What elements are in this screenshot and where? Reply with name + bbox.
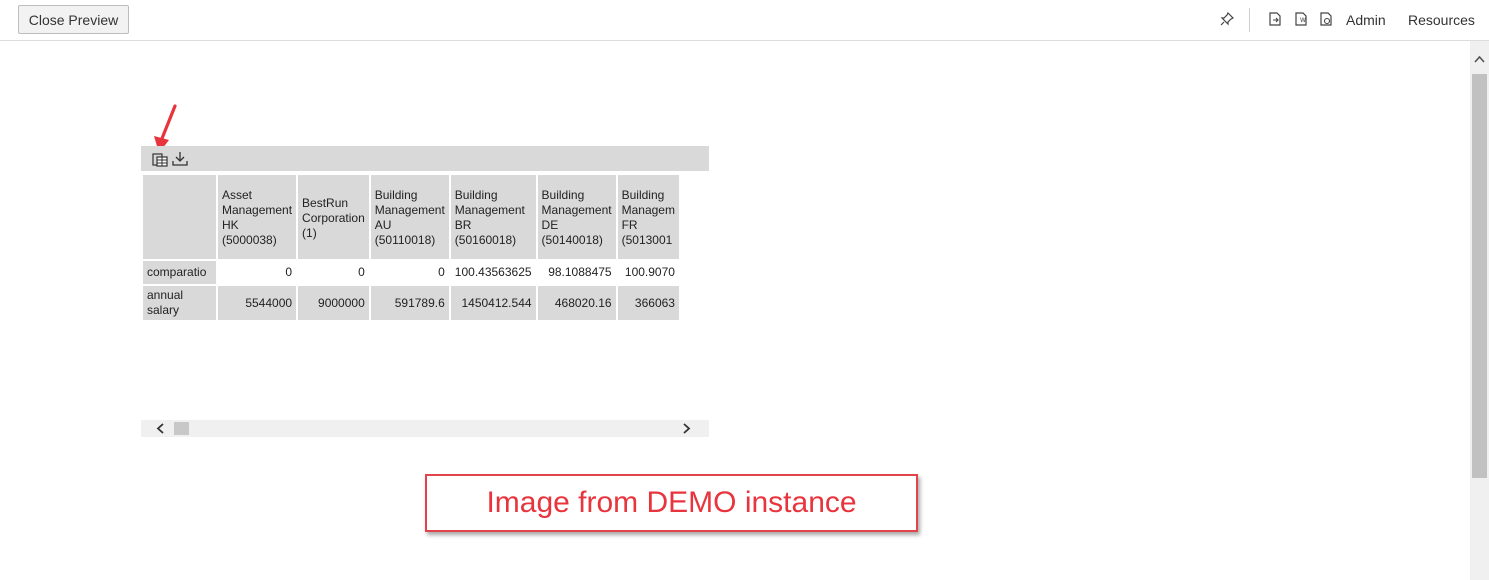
close-preview-button[interactable]: Close Preview	[18, 5, 129, 34]
table-view-icon[interactable]	[151, 150, 169, 168]
resources-link[interactable]: Resources	[1408, 12, 1475, 28]
scroll-left-icon[interactable]	[155, 423, 166, 434]
scroll-up-icon[interactable]	[1474, 54, 1485, 65]
admin-link[interactable]: Admin	[1346, 12, 1386, 28]
demo-annotation-text: Image from DEMO instance	[486, 486, 857, 519]
column-header: Building Management AU (50110018)	[370, 175, 449, 259]
row-header: annual salary	[143, 286, 216, 320]
column-header: BestRun Corporation (1)	[298, 175, 369, 259]
table-row: comparatio 0 0 0 100.43563625 98.1088475…	[143, 261, 679, 284]
vertical-scrollbar[interactable]	[1470, 41, 1489, 580]
table-cell: 0	[298, 261, 369, 284]
corner-cell	[143, 175, 216, 259]
download-icon[interactable]	[171, 150, 189, 168]
export-ppt-icon[interactable]	[1318, 11, 1334, 27]
report-toolbar	[141, 146, 709, 171]
table-cell: 100.9070	[617, 261, 679, 284]
table-cell: 468020.16	[537, 286, 616, 320]
horizontal-scroll-thumb[interactable]	[174, 422, 189, 435]
column-header-row: Asset Management HK (5000038) BestRun Co…	[143, 175, 679, 259]
pivot-table: Asset Management HK (5000038) BestRun Co…	[141, 173, 681, 322]
pivot-table-viewport: Asset Management HK (5000038) BestRun Co…	[141, 173, 709, 323]
table-cell: 0	[370, 261, 449, 284]
svg-text:W: W	[1300, 17, 1306, 24]
toolbar-separator	[1249, 8, 1250, 32]
export-pdf-icon[interactable]	[1267, 11, 1283, 27]
row-header: comparatio	[143, 261, 216, 284]
table-cell: 100.43563625	[450, 261, 536, 284]
table-row: annual salary 5544000 9000000 591789.6 1…	[143, 286, 679, 320]
table-cell: 1450412.544	[450, 286, 536, 320]
table-cell: 9000000	[298, 286, 369, 320]
horizontal-scrollbar[interactable]	[141, 420, 709, 437]
table-cell: 98.1088475	[537, 261, 616, 284]
top-bar: Close Preview W Admin Resources	[0, 0, 1489, 41]
table-cell: 366063	[617, 286, 679, 320]
column-header: Building Managem FR (5013001	[617, 175, 679, 259]
table-cell: 591789.6	[370, 286, 449, 320]
report-preview: Asset Management HK (5000038) BestRun Co…	[141, 146, 709, 438]
scroll-right-icon[interactable]	[681, 423, 692, 434]
demo-annotation-box: Image from DEMO instance	[425, 474, 918, 532]
pin-icon[interactable]	[1219, 11, 1235, 27]
vertical-scroll-thumb[interactable]	[1472, 74, 1487, 478]
table-cell: 0	[218, 261, 297, 284]
export-word-icon[interactable]: W	[1293, 11, 1309, 27]
table-cell: 5544000	[218, 286, 297, 320]
column-header: Building Management BR (50160018)	[450, 175, 536, 259]
column-header: Building Management DE (50140018)	[537, 175, 616, 259]
column-header: Asset Management HK (5000038)	[218, 175, 297, 259]
